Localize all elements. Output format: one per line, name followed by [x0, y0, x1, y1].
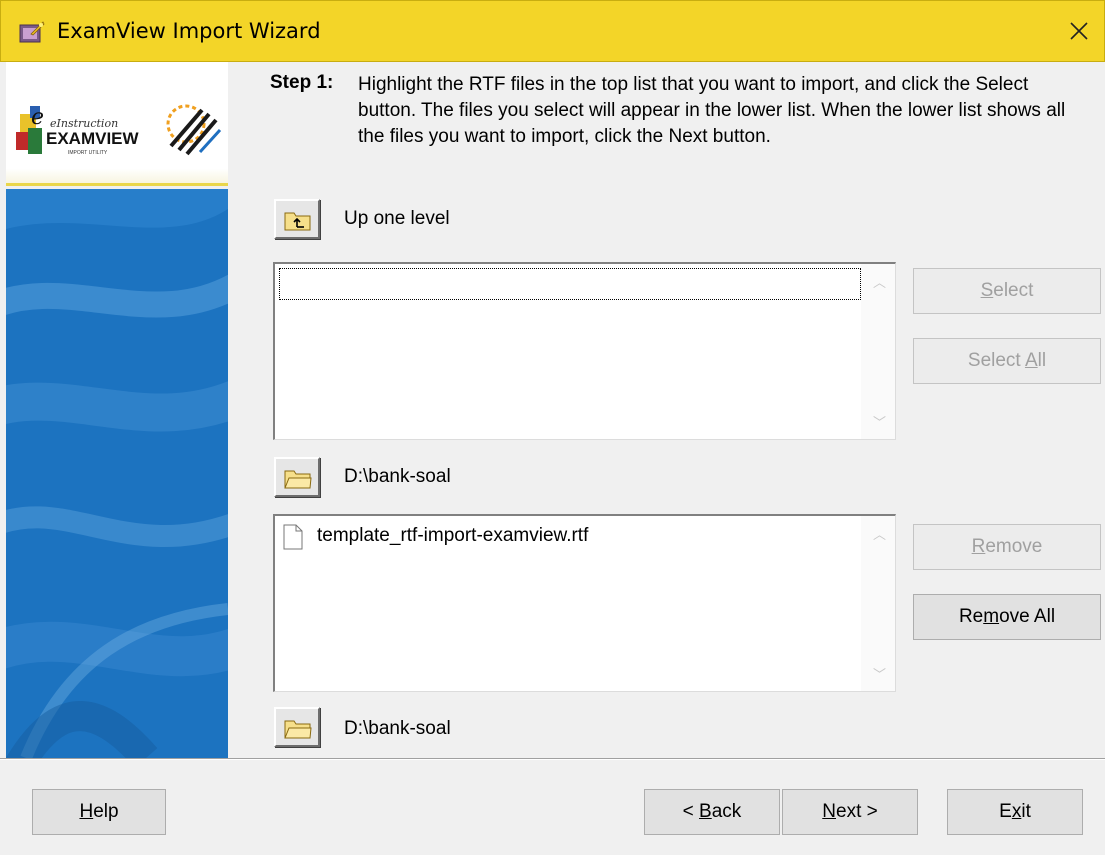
next-button[interactable]: Next >	[782, 789, 918, 835]
svg-text:e: e	[31, 105, 44, 130]
remove-all-button[interactable]: Remove All	[913, 594, 1101, 640]
source-list-scrollbar[interactable]: ︿ ﹀	[861, 264, 895, 439]
list-item[interactable]: template_rtf-import-examview.rtf	[281, 522, 861, 552]
logo-area: e eInstruction EXAMVIEW IMPORT UTILITY	[6, 62, 228, 186]
document-icon	[283, 524, 303, 550]
source-file-list[interactable]: ︿ ﹀	[273, 262, 896, 440]
svg-text:EXAMVIEW: EXAMVIEW	[46, 129, 140, 148]
wizard-sidebar: e eInstruction EXAMVIEW IMPORT UTILITY	[6, 62, 228, 758]
folder-icon	[284, 720, 312, 739]
folder-icon	[284, 470, 312, 489]
title-bar[interactable]: ExamView Import Wizard	[0, 0, 1105, 62]
folder-up-icon	[284, 212, 311, 231]
app-icon	[19, 21, 45, 43]
source-folder-path: D:\bank-soal	[344, 466, 451, 487]
selected-folder-path: D:\bank-soal	[344, 718, 451, 739]
scroll-down-icon[interactable]: ﹀	[873, 664, 886, 683]
select-button[interactable]: Select	[913, 268, 1101, 314]
back-button[interactable]: < Back	[644, 789, 780, 835]
source-folder-button[interactable]	[274, 457, 320, 497]
step-instructions: Highlight the RTF files in the top list …	[358, 74, 1066, 147]
remove-button[interactable]: Remove	[913, 524, 1101, 570]
help-button[interactable]: Help	[32, 789, 166, 835]
selected-file-list[interactable]: template_rtf-import-examview.rtf ︿ ﹀	[273, 514, 896, 692]
sidebar-artwork	[6, 189, 228, 758]
svg-text:IMPORT UTILITY: IMPORT UTILITY	[68, 150, 108, 156]
selected-list-scrollbar[interactable]: ︿ ﹀	[861, 516, 895, 691]
file-name: template_rtf-import-examview.rtf	[317, 525, 589, 546]
focus-rectangle	[279, 268, 861, 300]
close-icon	[1070, 22, 1088, 40]
scroll-up-icon[interactable]: ︿	[873, 524, 886, 543]
examview-logo: e eInstruction EXAMVIEW IMPORT UTILITY	[16, 104, 222, 156]
select-all-button[interactable]: Select All	[913, 338, 1101, 384]
scroll-down-icon[interactable]: ﹀	[873, 412, 886, 431]
footer-separator	[0, 758, 1105, 760]
up-one-level-label: Up one level	[344, 208, 450, 229]
scroll-up-icon[interactable]: ︿	[873, 272, 886, 291]
up-one-level-button[interactable]	[274, 199, 320, 239]
step-label: Step 1:	[270, 72, 334, 93]
selected-folder-button[interactable]	[274, 707, 320, 747]
close-button[interactable]	[1054, 1, 1104, 61]
exit-button[interactable]: Exit	[947, 789, 1083, 835]
window-title: ExamView Import Wizard	[57, 19, 321, 43]
